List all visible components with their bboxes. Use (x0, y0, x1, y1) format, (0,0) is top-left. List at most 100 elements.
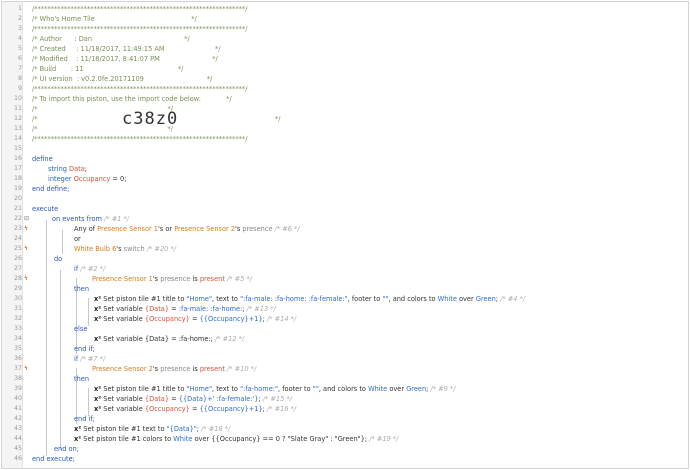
piston-code-editor: 1 2 3 4 5 6 7 8 9 10 11 12 13 14 15 16 1… (1, 1, 689, 469)
on-events-statement[interactable]: on events from /* #1 */ (52, 215, 129, 223)
header-code-left: /* (32, 115, 38, 123)
lightning-trigger-icon: ϟ (24, 275, 28, 282)
line-number: 28 (13, 275, 22, 282)
line-number: 3 (17, 25, 22, 32)
execute-keyword: execute (32, 205, 59, 213)
header-border: /***************************************… (32, 135, 248, 143)
line-number: 32 (13, 315, 22, 322)
line-number: 45 (13, 445, 22, 452)
indent-guide (46, 220, 47, 456)
header-border: /***************************************… (32, 5, 248, 13)
end-define-keyword: end define; (32, 185, 70, 193)
line-number: 34 (13, 335, 22, 342)
line-number: 40 (13, 395, 22, 402)
set-tile-statement[interactable]: x² Set piston tile #1 title to "Home", t… (94, 295, 525, 303)
set-tile-text-statement[interactable]: x² Set piston tile #1 text to "{Data}"; … (74, 425, 230, 433)
header-created: /* Created : 11/18/2017, 11:49:15 AM */ (32, 45, 221, 53)
line-number: 22 (13, 215, 22, 222)
line-number: 2 (17, 15, 22, 22)
line-number: 38 (13, 375, 22, 382)
set-variable-statement[interactable]: x² Set variable {Occupancy} = {{Occupanc… (94, 405, 296, 413)
line-number: 42 (13, 415, 22, 422)
string-declaration: string Data; (48, 165, 88, 173)
line-number: 10 (13, 95, 22, 102)
line-number: 21 (13, 205, 22, 212)
define-keyword: define (32, 155, 53, 163)
line-number: 30 (13, 295, 22, 302)
line-number: 5 (17, 45, 22, 52)
end-execute-keyword: end execute; (32, 455, 75, 463)
lightning-trigger-icon: ϟ (24, 365, 28, 372)
lightning-trigger-icon: ϟ (24, 225, 28, 232)
line-number: 12 (13, 115, 22, 122)
do-keyword: do (54, 255, 63, 263)
end-on-keyword: end on; (54, 445, 79, 453)
line-number: 31 (13, 305, 22, 312)
line-number: 19 (13, 185, 22, 192)
if-condition[interactable]: Presence Sensor 2's presence is present … (92, 365, 256, 373)
set-tile-colors-statement[interactable]: x² Set piston tile #1 colors to White ov… (74, 435, 398, 443)
line-number: 44 (13, 435, 22, 442)
then-keyword: then (74, 375, 90, 383)
set-tile-statement[interactable]: x² Set piston tile #1 title to "Home", t… (94, 385, 455, 393)
line-number: 27 (13, 265, 22, 272)
header-border: /***************************************… (32, 25, 248, 33)
event-condition[interactable]: Any of Presence Sensor 1's or Presence S… (74, 225, 300, 233)
line-number: 17 (13, 165, 22, 172)
line-number: 20 (13, 195, 22, 202)
line-number: 9 (17, 85, 22, 92)
then-keyword: then (74, 285, 90, 293)
line-number: 4 (17, 35, 22, 42)
header-import-note: /* To import this piston, use the import… (32, 95, 232, 103)
header-code-right: */ (275, 115, 281, 123)
line-number: 29 (13, 285, 22, 292)
indent-guide (62, 230, 63, 254)
line-number: 23 (13, 225, 22, 232)
fold-marker-icon[interactable]: ⊟ (24, 215, 30, 223)
line-number: 18 (13, 175, 22, 182)
if-condition[interactable]: Presence Sensor 1's presence is present … (92, 275, 252, 283)
header-author: /* Author : Dan */ (32, 35, 190, 43)
header-title: /* Who's Home Tile */ (32, 15, 197, 23)
line-number: 35 (13, 345, 22, 352)
set-variable-statement[interactable]: x² Set variable {Data} = {{Data}+' :fa-f… (94, 395, 292, 403)
line-number: 36 (13, 355, 22, 362)
if-statement[interactable]: if /* #7 */ (74, 355, 105, 363)
line-number: 41 (13, 405, 22, 412)
if-statement[interactable]: if /* #2 */ (74, 265, 105, 273)
header-modified: /* Modified : 11/18/2017, 8:41:07 PM */ (32, 55, 218, 63)
indent-guide (60, 270, 61, 450)
line-number: 43 (13, 425, 22, 432)
line-number: 24 (13, 235, 22, 242)
header-ui-version: /* UI version : v0.2.0fe.20171109 */ (32, 75, 213, 83)
line-number: 13 (13, 125, 22, 132)
line-number: 6 (17, 55, 22, 62)
line-number-gutter: 1 2 3 4 5 6 7 8 9 10 11 12 13 14 15 16 1… (2, 2, 23, 468)
end-if-keyword: end if; (74, 415, 95, 423)
line-number: 46 (13, 455, 22, 462)
indent-guide (88, 388, 89, 416)
set-variable-statement[interactable]: x² Set variable {Data} = :fa-male: :fa-h… (94, 305, 276, 313)
line-number: 14 (13, 135, 22, 142)
line-number: 11 (13, 105, 22, 112)
line-number: 25 (13, 245, 22, 252)
header-border: /***************************************… (32, 85, 248, 93)
end-if-keyword: end if; (74, 345, 95, 353)
line-number: 26 (13, 255, 22, 262)
line-number: 37 (13, 365, 22, 372)
or-keyword: or (74, 235, 81, 243)
lightning-trigger-icon: ϟ (24, 245, 28, 252)
line-number: 7 (17, 65, 22, 72)
line-number: 16 (13, 155, 22, 162)
event-condition[interactable]: White Bulb 6's switch /* #20 */ (74, 245, 176, 253)
header-blank: /* */ (32, 125, 173, 133)
set-variable-statement[interactable]: x² Set variable {Data} = :fa-home:; /* #… (94, 335, 244, 343)
indent-guide (88, 298, 89, 326)
line-number: 1 (17, 5, 22, 12)
header-build: /* Build : 11 */ (32, 65, 184, 73)
line-number: 33 (13, 325, 22, 332)
integer-declaration: integer Occupancy = 0; (48, 175, 127, 183)
set-variable-statement[interactable]: x² Set variable {Occupancy} = {{Occupanc… (94, 315, 296, 323)
line-number: 39 (13, 385, 22, 392)
line-number: 8 (17, 75, 22, 82)
